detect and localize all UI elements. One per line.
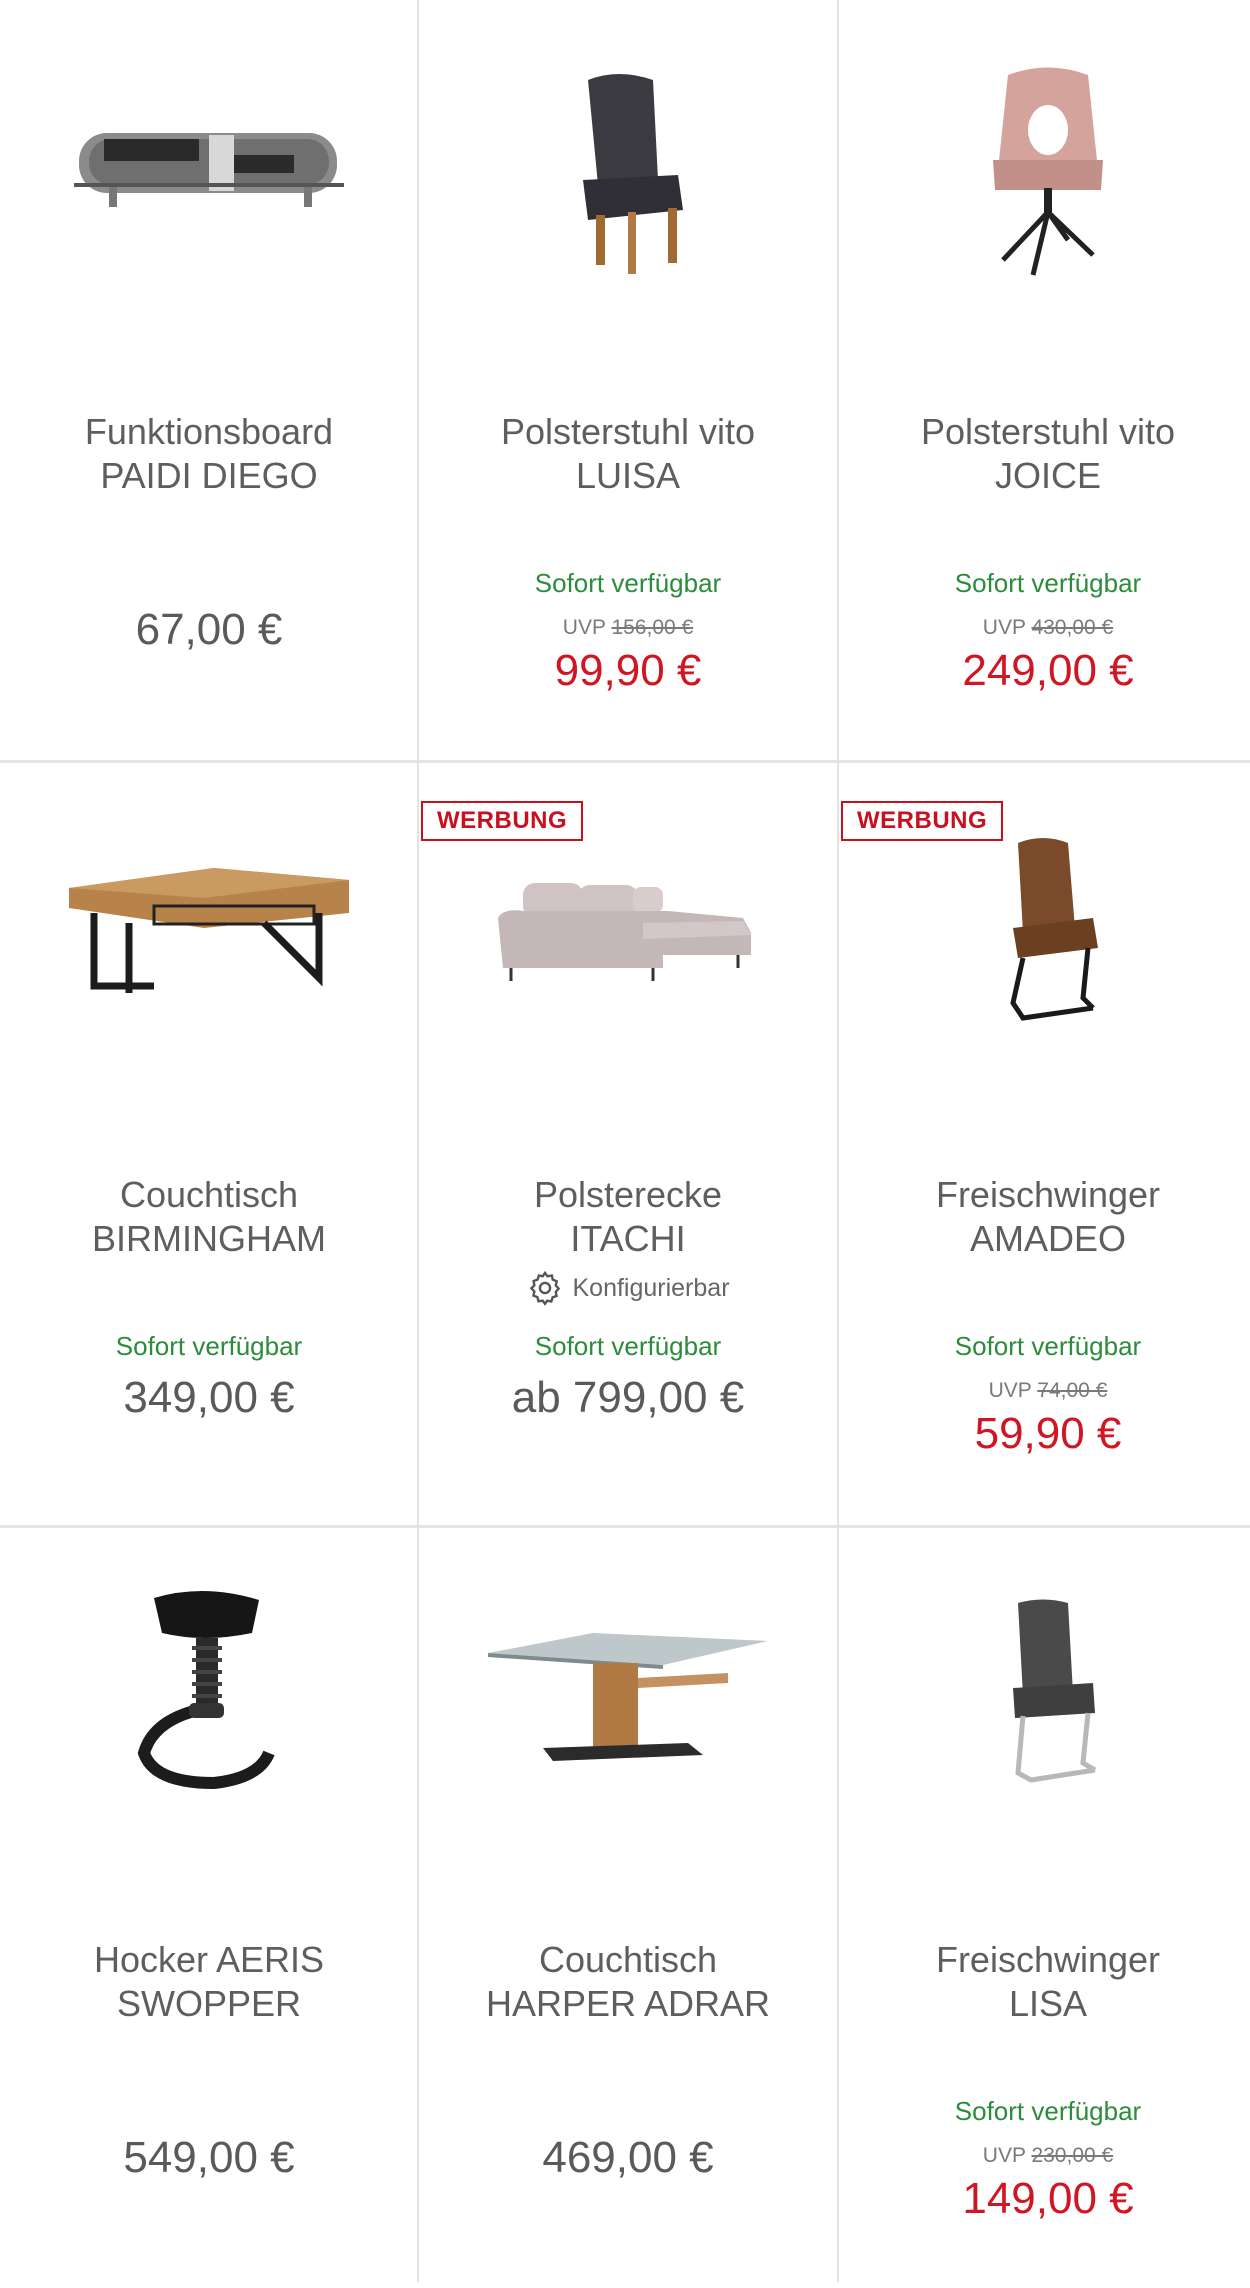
- product-card-birmingham[interactable]: Couchtisch BIRMINGHAM Sofort verfügbar 3…: [0, 763, 418, 1523]
- product-title[interactable]: Polsterstuhl vito JOICE: [849, 410, 1247, 498]
- uvp-price: 156,00 €: [611, 616, 694, 639]
- product-card-joice[interactable]: Polsterstuhl vito JOICE Sofort verfügbar…: [839, 0, 1250, 760]
- product-card-luisa[interactable]: Polsterstuhl vito LUISA Sofort verfügbar…: [419, 0, 837, 760]
- product-price: 59,90 €: [974, 1409, 1122, 1458]
- uvp-label: UVP: [562, 616, 606, 639]
- product-title[interactable]: Polsterstuhl vito LUISA: [429, 410, 827, 498]
- product-title-line2: JOICE: [994, 455, 1101, 496]
- product-card-itachi[interactable]: WERBUNG Polsterecke ITACHI Konfigurierba…: [419, 763, 837, 1523]
- product-title-line2: ITACHI: [570, 1218, 686, 1259]
- pink-armchair-image[interactable]: [839, 20, 1250, 320]
- product-title[interactable]: Funktionsboard PAIDI DIEGO: [10, 410, 408, 498]
- sideboard-image[interactable]: [0, 20, 418, 320]
- uvp-label: UVP: [982, 616, 1026, 639]
- product-title-line1: Polsterstuhl vito: [920, 411, 1176, 452]
- product-title-line2: SWOPPER: [116, 1983, 302, 2024]
- product-title-line1: Couchtisch: [538, 1939, 718, 1980]
- uvp-info: UVP 230,00 €: [839, 2144, 1250, 2168]
- product-title[interactable]: Polsterecke ITACHI: [429, 1173, 827, 1261]
- wood-coffee-table-image[interactable]: [0, 783, 418, 1083]
- gear-icon: [530, 1270, 561, 1306]
- grey-cantilever-chair-image[interactable]: [839, 1548, 1250, 1848]
- availability-label: Sofort verfügbar: [954, 568, 1142, 598]
- product-title-line2: HARPER ADRAR: [485, 1983, 771, 2024]
- uvp-price: 230,00 €: [1031, 2144, 1114, 2167]
- product-price: 469,00 €: [542, 2133, 714, 2182]
- corner-sofa-image[interactable]: [419, 783, 837, 1083]
- product-title-line2: AMADEO: [969, 1218, 1127, 1259]
- product-title-line1: Polsterstuhl vito: [500, 411, 756, 452]
- availability-label: Sofort verfügbar: [534, 1331, 722, 1361]
- product-price: 99,90 €: [554, 646, 702, 695]
- uvp-label: UVP: [988, 1379, 1032, 1402]
- uvp-info: UVP 430,00 €: [839, 616, 1250, 640]
- product-title[interactable]: Couchtisch BIRMINGHAM: [10, 1173, 408, 1261]
- product-card-amadeo[interactable]: WERBUNG Freischwinger AMADEO Sofort verf…: [839, 763, 1250, 1523]
- availability-label: Sofort verfügbar: [115, 1331, 303, 1361]
- product-title-line2: LUISA: [575, 455, 681, 496]
- product-grid: Funktionsboard PAIDI DIEGO 67,00 € Polst…: [0, 0, 1250, 2282]
- uvp-info: UVP 156,00 €: [419, 616, 837, 640]
- product-title-line2: PAIDI DIEGO: [100, 455, 318, 496]
- glass-coffee-table-image[interactable]: [419, 1548, 837, 1848]
- availability-label: Sofort verfügbar: [534, 568, 722, 598]
- product-title-line1: Freischwinger: [935, 1174, 1161, 1215]
- product-title[interactable]: Freischwinger AMADEO: [849, 1173, 1247, 1261]
- product-price: 349,00 €: [123, 1373, 295, 1422]
- uvp-price: 74,00 €: [1037, 1379, 1108, 1402]
- uvp-label: UVP: [982, 2144, 1026, 2167]
- product-title-line1: Couchtisch: [119, 1174, 299, 1215]
- product-price: 149,00 €: [962, 2174, 1134, 2223]
- product-title-line1: Freischwinger: [935, 1939, 1161, 1980]
- dark-chair-image[interactable]: [419, 20, 837, 320]
- product-title-line1: Funktionsboard: [84, 411, 334, 452]
- product-title-line1: Polsterecke: [533, 1174, 723, 1215]
- uvp-price: 430,00 €: [1031, 616, 1114, 639]
- product-price: ab 799,00 €: [511, 1373, 745, 1422]
- product-price: 67,00 €: [135, 605, 283, 654]
- product-price: 249,00 €: [962, 646, 1134, 695]
- product-price: 549,00 €: [123, 2133, 295, 2182]
- product-title-line1: Hocker AERIS: [93, 1939, 325, 1980]
- product-title[interactable]: Freischwinger LISA: [849, 1938, 1247, 2026]
- product-card-harper-adrar[interactable]: Couchtisch HARPER ADRAR 469,00 €: [419, 1528, 837, 2288]
- brown-cantilever-chair-image[interactable]: [839, 783, 1250, 1083]
- product-title-line2: LISA: [1008, 1983, 1088, 2024]
- stool-image[interactable]: [0, 1548, 418, 1848]
- availability-label: Sofort verfügbar: [954, 1331, 1142, 1361]
- configurable-hint: Konfigurierbar: [419, 1269, 837, 1307]
- product-card-lisa[interactable]: Freischwinger LISA Sofort verfügbar UVP …: [839, 1528, 1250, 2288]
- product-card-funktionsboard[interactable]: Funktionsboard PAIDI DIEGO 67,00 €: [0, 0, 418, 760]
- availability-label: Sofort verfügbar: [954, 2096, 1142, 2126]
- product-title[interactable]: Hocker AERIS SWOPPER: [10, 1938, 408, 2026]
- configurable-label: Konfigurierbar: [572, 1273, 730, 1302]
- product-title[interactable]: Couchtisch HARPER ADRAR: [429, 1938, 827, 2026]
- product-title-line2: BIRMINGHAM: [92, 1218, 326, 1259]
- uvp-info: UVP 74,00 €: [839, 1379, 1250, 1403]
- product-card-swopper[interactable]: Hocker AERIS SWOPPER 549,00 €: [0, 1528, 418, 2288]
